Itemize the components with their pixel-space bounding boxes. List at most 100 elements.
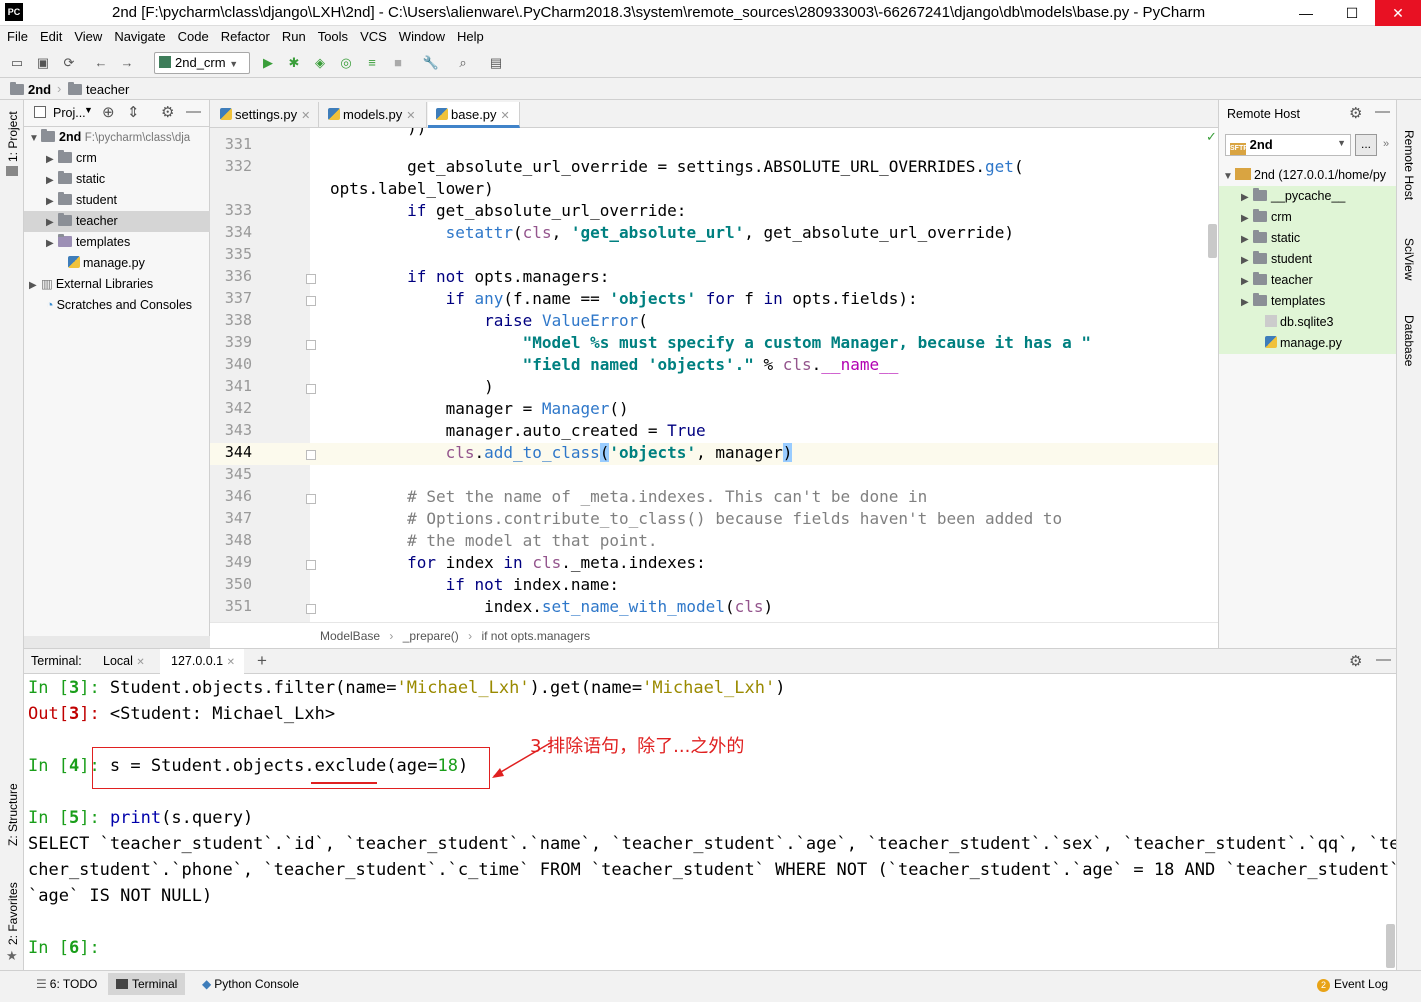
remote-root[interactable]: ▼ 2nd (127.0.0.1/home/py: [1219, 165, 1397, 186]
tree-root[interactable]: ▼ 2nd F:\pycharm\class\dja: [24, 127, 210, 148]
project-view-select[interactable]: Proj...: [53, 106, 86, 120]
close-tab-icon[interactable]: ✕: [501, 110, 510, 122]
tool-window-database[interactable]: Database: [1402, 315, 1416, 366]
breadcrumb-method[interactable]: _prepare(): [403, 629, 459, 643]
menu-view[interactable]: View: [67, 26, 107, 44]
remote-item-crm[interactable]: ▶ crm: [1219, 207, 1397, 228]
stop-icon[interactable]: ■: [389, 54, 407, 72]
wrench-icon[interactable]: 🔧: [422, 54, 440, 72]
run-icon[interactable]: ▶: [259, 54, 277, 72]
close-tab-icon[interactable]: ✕: [227, 657, 235, 668]
remote-item-templates[interactable]: ▶ templates: [1219, 291, 1397, 312]
tool-window-favorites[interactable]: 2: Favorites: [6, 882, 20, 945]
more-icon[interactable]: »: [1383, 138, 1389, 150]
tool-window-sciview[interactable]: SciView: [1402, 238, 1416, 280]
remote-item-db-sqlite3[interactable]: db.sqlite3: [1219, 312, 1397, 333]
open-folder-icon[interactable]: ▭: [8, 54, 26, 72]
close-tab-icon[interactable]: ✕: [406, 110, 415, 122]
tree-item-manage-py[interactable]: manage.py: [24, 253, 210, 274]
fold-marker-icon[interactable]: [306, 604, 316, 614]
code-editor[interactable]: 331 332 333 334 335 336 337 338 339 340 341 342 343 3…: [210, 128, 1218, 622]
fold-marker-icon[interactable]: [306, 274, 316, 284]
breadcrumb-block[interactable]: if not opts.managers: [481, 629, 590, 643]
tool-tab-todo[interactable]: ☰ 6: TODO: [36, 977, 97, 991]
save-icon[interactable]: ▣: [34, 54, 52, 72]
close-tab-icon[interactable]: ✕: [301, 110, 310, 122]
menu-vcs[interactable]: VCS: [353, 26, 392, 44]
tool-tab-python-console[interactable]: ◆ Python Console: [202, 977, 299, 991]
back-icon[interactable]: ←: [92, 54, 110, 72]
tab-models-py[interactable]: models.py ✕: [320, 102, 427, 128]
browse-button[interactable]: ...: [1355, 134, 1377, 156]
fold-marker-icon[interactable]: [306, 560, 316, 570]
event-log-button[interactable]: 2 Event Log: [1317, 977, 1388, 992]
hide-icon[interactable]: —: [186, 103, 201, 120]
minimize-button[interactable]: —: [1283, 0, 1329, 26]
breadcrumb-project[interactable]: 2nd: [10, 82, 51, 97]
search-icon[interactable]: ⌕: [454, 54, 472, 72]
tab-settings-py[interactable]: settings.py ✕: [212, 102, 319, 128]
menu-code[interactable]: Code: [171, 26, 214, 44]
fold-marker-icon[interactable]: [306, 340, 316, 350]
tree-item-teacher[interactable]: ▶ teacher: [24, 211, 210, 232]
tool-window-remote-host[interactable]: Remote Host: [1402, 130, 1416, 200]
menu-navigate[interactable]: Navigate: [107, 26, 170, 44]
add-terminal-button[interactable]: +: [257, 651, 267, 671]
remote-item-static[interactable]: ▶ static: [1219, 228, 1397, 249]
fold-marker-icon[interactable]: [306, 494, 316, 504]
collapse-icon[interactable]: ⇕: [127, 103, 140, 121]
menu-refactor[interactable]: Refactor: [214, 26, 275, 44]
terminal-tab-remote[interactable]: 127.0.0.1 ✕: [160, 649, 244, 674]
tool-tab-terminal[interactable]: Terminal: [108, 973, 186, 995]
server-select[interactable]: SFTP 2nd ▼: [1225, 134, 1351, 156]
locate-icon[interactable]: ⊕: [102, 103, 115, 121]
breadcrumb-folder[interactable]: teacher: [68, 82, 129, 97]
editor-scrollbar[interactable]: [1208, 224, 1217, 258]
menu-help[interactable]: Help: [450, 26, 489, 44]
tree-item-templates[interactable]: ▶ templates: [24, 232, 210, 253]
fold-marker-icon[interactable]: [306, 384, 316, 394]
gear-icon[interactable]: ⚙: [1349, 104, 1362, 122]
terminal-header: Terminal: Local ✕ 127.0.0.1 ✕ + ⚙ —: [24, 648, 1396, 674]
sync-icon[interactable]: ⟳: [60, 54, 78, 72]
terminal-tab-local[interactable]: Local ✕: [103, 654, 145, 668]
tree-item-crm[interactable]: ▶ crm: [24, 148, 210, 169]
remote-item-student[interactable]: ▶ student: [1219, 249, 1397, 270]
breadcrumb-class[interactable]: ModelBase: [320, 629, 380, 643]
tree-external-libraries[interactable]: ▶ ▥ External Libraries: [24, 274, 210, 295]
maximize-button[interactable]: ☐: [1329, 0, 1375, 26]
horizontal-scrollbar[interactable]: [24, 636, 210, 648]
gear-icon[interactable]: ⚙: [1349, 652, 1362, 670]
remote-icon[interactable]: ▤: [487, 54, 505, 72]
menu-file[interactable]: File: [0, 26, 33, 44]
hide-icon[interactable]: —: [1375, 103, 1390, 120]
gear-icon[interactable]: ⚙: [161, 103, 174, 121]
line-number: 334: [224, 223, 252, 241]
tree-scratches[interactable]: ◔ Scratches and Consoles: [24, 295, 210, 316]
menu-run[interactable]: Run: [275, 26, 311, 44]
remote-item-manage-py[interactable]: manage.py: [1219, 333, 1397, 354]
profile-icon[interactable]: ◎: [337, 54, 355, 72]
hide-icon[interactable]: —: [1376, 651, 1391, 668]
remote-item-pycache[interactable]: ▶ __pycache__: [1219, 186, 1397, 207]
menu-window[interactable]: Window: [392, 26, 450, 44]
coverage-icon[interactable]: ◈: [311, 54, 329, 72]
fold-marker-icon[interactable]: [306, 450, 316, 460]
tree-item-student[interactable]: ▶ student: [24, 190, 210, 211]
fold-marker-icon[interactable]: [306, 296, 316, 306]
close-tab-icon[interactable]: ✕: [136, 657, 144, 668]
tool-window-project[interactable]: 1: Project: [6, 111, 20, 162]
menu-edit[interactable]: Edit: [33, 26, 67, 44]
forward-icon[interactable]: →: [118, 54, 136, 72]
terminal-scrollbar[interactable]: [1386, 924, 1395, 968]
tab-base-py[interactable]: base.py ✕: [428, 102, 520, 128]
menu-tools[interactable]: Tools: [311, 26, 353, 44]
debug-icon[interactable]: ✱: [285, 54, 303, 72]
remote-item-teacher[interactable]: ▶ teacher: [1219, 270, 1397, 291]
terminal-output[interactable]: In [3]: Student.objects.filter(name='Mic…: [24, 674, 1396, 970]
close-button[interactable]: ✕: [1375, 0, 1421, 26]
tree-item-static[interactable]: ▶ static: [24, 169, 210, 190]
run-config-select[interactable]: 2nd_crm ▼: [154, 52, 250, 74]
concurrency-icon[interactable]: ≡: [363, 54, 381, 72]
tool-window-structure[interactable]: Z: Structure: [6, 783, 20, 846]
